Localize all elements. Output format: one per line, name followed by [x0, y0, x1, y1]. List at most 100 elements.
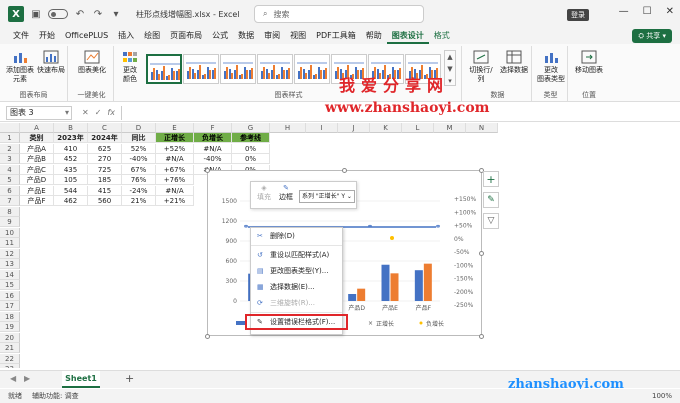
table-cell[interactable]: 560 [88, 196, 122, 206]
prev-sheet-icon[interactable]: ◀ [10, 374, 16, 383]
row-header[interactable]: 20 [0, 332, 20, 343]
row-header[interactable]: 22 [0, 353, 20, 364]
row-header[interactable]: 8 [0, 206, 20, 217]
row-header[interactable]: 6 [0, 185, 20, 196]
change-chart-type-button[interactable]: 更改 图表类型 [536, 50, 566, 84]
next-sheet-icon[interactable]: ▶ [24, 374, 30, 383]
column-header-B[interactable]: B [54, 123, 88, 133]
sheet-tab[interactable]: Sheet1 [62, 371, 100, 388]
context-item-1[interactable]: ↺ 重设以匹配样式(A) [251, 247, 342, 263]
chart-style-thumb[interactable] [294, 54, 330, 84]
row-header[interactable]: 3 [0, 154, 20, 164]
switch-row-col-button[interactable]: 切换行/列 [466, 50, 496, 84]
save-icon[interactable]: ▣ [30, 8, 42, 20]
menu-12[interactable]: 图表设计 [386, 28, 429, 44]
menu-5[interactable]: 页面布局 [165, 28, 207, 44]
cancel-icon[interactable]: ✕ [82, 108, 89, 117]
row-header[interactable]: 17 [0, 301, 20, 311]
table-cell[interactable]: 76% [122, 175, 156, 185]
table-cell[interactable]: #N/A [156, 154, 194, 164]
row-header[interactable]: 5 [0, 175, 20, 185]
row-header[interactable]: 4 [0, 164, 20, 175]
minimize-icon[interactable]: — [619, 6, 629, 17]
select-data-button[interactable]: 选择数据 [498, 50, 530, 75]
undo-icon[interactable]: ↶ [74, 8, 86, 20]
table-cell[interactable]: +52% [156, 143, 194, 154]
redo-icon[interactable]: ↷ [92, 8, 104, 20]
table-cell[interactable]: 435 [54, 164, 88, 175]
table-cell[interactable]: -40% [122, 154, 156, 164]
table-cell[interactable]: 270 [88, 154, 122, 164]
menu-9[interactable]: 视图 [285, 28, 311, 44]
menu-1[interactable]: 开始 [34, 28, 60, 44]
row-header[interactable]: 21 [0, 343, 20, 353]
search-box[interactable]: ⌕ 搜索 [254, 5, 424, 23]
column-header-H[interactable]: H [270, 123, 306, 133]
table-cell[interactable]: +67% [156, 164, 194, 175]
chart-beautify-button[interactable]: 图表美化 [74, 50, 110, 75]
fx-icon[interactable]: fx [107, 108, 115, 117]
table-cell[interactable]: -40% [194, 154, 232, 164]
column-header-F[interactable]: F [194, 123, 232, 133]
chart-elements-button[interactable]: + [483, 171, 499, 187]
table-cell[interactable]: 同比 [122, 133, 156, 143]
row-header[interactable]: 16 [0, 290, 20, 301]
resize-handle[interactable] [479, 251, 484, 256]
table-cell[interactable]: 185 [88, 175, 122, 185]
table-cell[interactable]: 类别 [20, 133, 54, 143]
table-cell[interactable]: 产品A [20, 143, 54, 154]
table-cell[interactable]: #N/A [194, 143, 232, 154]
row-header[interactable]: 23 [0, 364, 20, 368]
autosave-toggle[interactable] [48, 9, 68, 19]
menu-13[interactable]: 格式 [429, 28, 455, 44]
row-header[interactable]: 2 [0, 143, 20, 154]
table-cell[interactable]: 725 [88, 164, 122, 175]
table-cell[interactable]: 产品F [20, 196, 54, 206]
column-header-M[interactable]: M [434, 123, 466, 133]
resize-handle[interactable] [479, 334, 484, 339]
resize-handle[interactable] [205, 168, 210, 173]
add-chart-element-button[interactable]: 添加图表 元素 [6, 50, 34, 84]
table-cell[interactable]: 负增长 [194, 133, 232, 143]
menu-8[interactable]: 审阅 [259, 28, 285, 44]
select-all-corner[interactable] [0, 123, 20, 133]
row-header[interactable]: 10 [0, 227, 20, 238]
accessibility-status[interactable]: 辅助功能: 调查 [32, 391, 79, 401]
table-cell[interactable]: 产品C [20, 164, 54, 175]
customize-icon[interactable]: ▾ [110, 8, 122, 20]
table-cell[interactable]: 52% [122, 143, 156, 154]
column-header-I[interactable]: I [306, 123, 338, 133]
context-item-2[interactable]: ▤ 更改图表类型(Y)... [251, 263, 342, 279]
change-colors-button[interactable]: 更改 颜色 [118, 50, 142, 84]
menu-7[interactable]: 数据 [233, 28, 259, 44]
table-cell[interactable]: 产品E [20, 185, 54, 196]
chart-styles-button[interactable]: ✎ [483, 192, 499, 208]
enter-icon[interactable]: ✓ [95, 108, 102, 117]
login-button[interactable]: 登录 [567, 9, 589, 21]
close-icon[interactable]: ✕ [666, 6, 674, 17]
context-item-3[interactable]: ▦ 选择数据(E)... [251, 279, 342, 295]
menu-3[interactable]: 插入 [113, 28, 139, 44]
name-box[interactable]: 图表 3 ▾ [6, 105, 72, 120]
table-cell[interactable]: 0% [232, 154, 270, 164]
table-cell[interactable]: 410 [54, 143, 88, 154]
share-button[interactable]: ⛭ 共享 ▾ [632, 29, 672, 43]
zoom-level[interactable]: 100% [652, 392, 672, 400]
column-header-D[interactable]: D [122, 123, 156, 133]
row-header[interactable]: 13 [0, 259, 20, 269]
table-cell[interactable]: 452 [54, 154, 88, 164]
row-header[interactable]: 15 [0, 280, 20, 290]
table-cell[interactable]: -24% [122, 185, 156, 196]
table-cell[interactable]: 参考线 [232, 133, 270, 143]
menu-10[interactable]: PDF工具箱 [311, 28, 361, 44]
table-cell[interactable]: 产品B [20, 154, 54, 164]
resize-handle[interactable] [342, 168, 347, 173]
column-header-C[interactable]: C [88, 123, 122, 133]
table-cell[interactable]: 415 [88, 185, 122, 196]
context-item-5[interactable]: ✎ 设置错误栏格式(F)... [245, 314, 348, 330]
row-header[interactable]: 9 [0, 217, 20, 227]
chart-style-thumb[interactable] [220, 54, 256, 84]
context-item-0[interactable]: ✂ 删除(D) [251, 228, 342, 244]
border-button[interactable]: ✎ 边框 [277, 184, 295, 202]
column-header-N[interactable]: N [466, 123, 498, 133]
